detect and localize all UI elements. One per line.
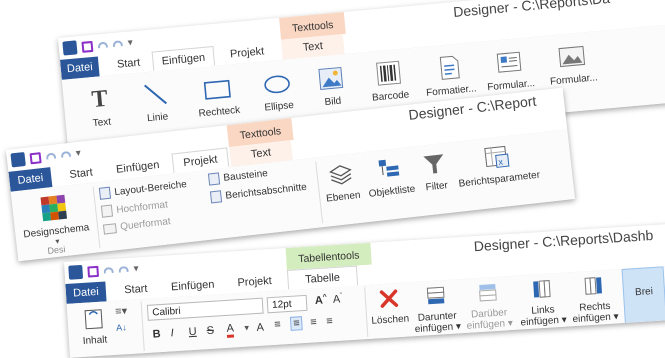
rectangle-icon <box>203 79 231 100</box>
tool-text[interactable]: T Text <box>81 85 121 130</box>
sort-az-button[interactable]: A↓ <box>116 322 127 333</box>
bausteine-button[interactable]: Bausteine <box>207 167 268 186</box>
ellipse-icon <box>264 75 290 94</box>
layout-areas-icon <box>98 186 112 200</box>
insert-row-above-icon <box>479 283 497 302</box>
form-icon <box>496 51 522 73</box>
underline-button[interactable]: U <box>188 326 197 338</box>
hochformat-button[interactable]: Hochformat <box>100 198 169 218</box>
tool-inhalt[interactable]: Inhalt <box>73 307 115 347</box>
undo-icon[interactable] <box>45 152 57 160</box>
tool-formular-1[interactable]: Formular... <box>481 47 539 94</box>
group-label-design: Desi <box>46 244 66 256</box>
app-icon[interactable] <box>10 151 26 168</box>
save-icon[interactable] <box>87 265 99 278</box>
align-left-icon[interactable]: ≡ <box>274 319 281 331</box>
redo-icon[interactable] <box>112 40 124 48</box>
tab-start[interactable]: Start <box>113 278 158 301</box>
align-right-icon[interactable]: ≡ <box>310 316 317 328</box>
object-list-icon <box>378 159 400 177</box>
tool-berichtsparameter[interactable]: x Berichtsparameter <box>453 141 543 190</box>
grow-font-icon[interactable]: A^ <box>315 294 328 307</box>
app-icon[interactable] <box>62 40 78 56</box>
save-icon[interactable] <box>29 151 42 164</box>
undo-icon[interactable] <box>103 266 114 274</box>
font-color-button[interactable]: A <box>226 322 235 338</box>
customize-qat-icon[interactable]: ▾ <box>75 147 81 158</box>
tool-ebenen[interactable]: Ebenen <box>318 160 366 205</box>
tool-formatierter-text[interactable]: Formatier... <box>421 52 479 99</box>
form-image-icon <box>558 45 586 68</box>
layout-bereiche-button[interactable]: Layout-Bereiche <box>98 178 188 200</box>
berichtsabschnitte-button[interactable]: Berichtsabschnitte <box>209 181 307 204</box>
insert-column-left-icon <box>533 280 551 298</box>
save-icon[interactable] <box>81 40 94 53</box>
quick-access-toolbar: ▾ <box>62 35 133 56</box>
customize-qat-icon[interactable]: ▾ <box>127 37 133 48</box>
text-icon: T <box>90 85 109 114</box>
quick-access-toolbar: ▾ <box>68 261 139 280</box>
report-sections-icon <box>209 190 223 204</box>
filter-icon <box>423 154 444 174</box>
undo-icon[interactable] <box>97 41 109 49</box>
querformat-button[interactable]: Querformat <box>102 216 171 235</box>
insert-column-right-icon <box>584 277 603 295</box>
tool-barcode[interactable]: Barcode <box>363 58 415 104</box>
redo-icon[interactable] <box>118 265 129 273</box>
formatted-text-icon <box>439 55 460 80</box>
content-icon <box>84 309 103 330</box>
barcode-icon <box>376 60 402 86</box>
tool-designschema[interactable]: Designschema ▾ <box>16 191 95 250</box>
customize-qat-icon[interactable]: ▾ <box>133 263 139 274</box>
report-parameter-icon: x <box>484 145 510 168</box>
sort-icon: ≡▾ <box>114 305 128 318</box>
portrait-icon <box>100 204 114 218</box>
tool-objektliste[interactable]: Objektliste <box>361 154 419 200</box>
landscape-icon <box>102 222 117 235</box>
sort-button[interactable]: ≡▾ <box>115 304 128 318</box>
italic-button[interactable]: I <box>170 327 174 339</box>
align-justify-icon[interactable]: ≡ <box>326 315 333 327</box>
line-icon <box>144 84 168 105</box>
shrink-font-icon[interactable]: Aˇ <box>332 293 343 306</box>
insert-row-below-icon <box>426 286 445 305</box>
align-center-icon[interactable]: ≡ <box>289 316 304 331</box>
strikethrough-button[interactable]: S <box>206 325 214 337</box>
tool-linie[interactable]: Linie <box>134 80 178 125</box>
tool-loeschen[interactable]: Löschen <box>368 286 410 327</box>
image-icon <box>318 66 344 90</box>
sort-az-icon: A↓ <box>115 322 128 333</box>
font-size-select[interactable]: 12pt <box>266 294 308 314</box>
group-separator <box>140 301 145 352</box>
tool-rechteck[interactable]: Rechteck <box>190 73 246 120</box>
delete-icon <box>379 289 399 308</box>
tool-bild[interactable]: Bild <box>312 64 352 109</box>
tool-rechts-einfuegen[interactable]: Rechts einfügen ▾ <box>568 273 621 325</box>
tool-darunter-einfuegen[interactable]: Darunter einfügen ▾ <box>410 283 463 335</box>
bold-button[interactable]: B <box>152 328 161 340</box>
font-color-dropdown-icon[interactable]: ▾ <box>244 323 249 334</box>
app-icon[interactable] <box>68 264 84 280</box>
tab-datei[interactable]: Datei <box>65 281 107 304</box>
tool-formular-2[interactable]: Formular... <box>543 41 603 88</box>
redo-icon[interactable] <box>60 150 72 158</box>
building-blocks-icon <box>207 172 221 186</box>
tool-darueber-einfuegen[interactable]: Darüber einfügen ▾ <box>462 280 515 332</box>
tool-ellipse[interactable]: Ellipse <box>254 68 302 114</box>
design-scheme-icon <box>40 194 68 222</box>
tool-filter[interactable]: Filter <box>415 150 455 194</box>
highlight-button[interactable]: A <box>256 322 264 334</box>
tool-links-einfuegen[interactable]: Links einfügen ▾ <box>516 277 569 329</box>
tool-breite[interactable]: Brei <box>621 266 665 325</box>
font-family-select[interactable]: Calibri <box>146 297 264 321</box>
layers-icon <box>329 165 352 185</box>
